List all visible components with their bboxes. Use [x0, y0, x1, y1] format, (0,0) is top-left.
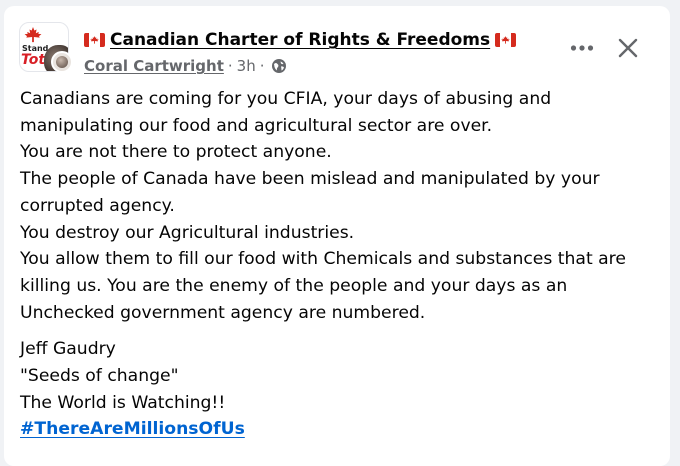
post-card: Stand Toto Canadian Charter of Rights & … [4, 6, 670, 466]
globe-icon[interactable] [271, 58, 287, 74]
meta-separator: · [227, 57, 233, 75]
canada-flag-icon [495, 33, 517, 47]
post-timestamp[interactable]: 3h [237, 57, 256, 75]
signature-quote: "Seeds of change" [20, 366, 179, 387]
more-options-button[interactable] [566, 32, 598, 64]
maple-leaf-icon [24, 27, 42, 43]
signature-name: Jeff Gaudry [20, 339, 116, 360]
hashtag-link[interactable]: #ThereAreMillionsOfUs [20, 419, 245, 439]
post-paragraph: The people of Canada have been mislead a… [20, 169, 600, 216]
post-paragraph: You are not there to protect anyone. [20, 142, 332, 163]
signature-tagline: The World is Watching!! [20, 392, 226, 413]
post-meta: Coral Cartwright · 3h · [84, 56, 287, 76]
group-title-row: Canadian Charter of Rights & Freedoms [84, 28, 517, 52]
post-paragraph: Canadians are coming for you CFIA, your … [20, 89, 552, 136]
author-name-link[interactable]: Coral Cartwright [84, 57, 224, 75]
post-header: Stand Toto Canadian Charter of Rights & … [4, 6, 670, 80]
ellipsis-icon [570, 45, 594, 51]
close-icon [618, 38, 638, 58]
hashtag-line: #ThereAreMillionsOfUs [20, 416, 660, 443]
post-paragraph: You destroy our Agricultural industries. [20, 222, 355, 243]
author-avatar-photo [56, 56, 68, 68]
author-avatar[interactable] [51, 51, 73, 73]
canada-flag-icon [84, 33, 105, 47]
close-button[interactable] [610, 30, 646, 66]
group-name-link[interactable]: Canadian Charter of Rights & Freedoms [110, 30, 490, 50]
meta-separator: · [259, 57, 265, 75]
post-paragraph: You allow them to fill our food with Che… [20, 249, 626, 323]
post-body: Canadians are coming for you CFIA, your … [20, 86, 660, 443]
